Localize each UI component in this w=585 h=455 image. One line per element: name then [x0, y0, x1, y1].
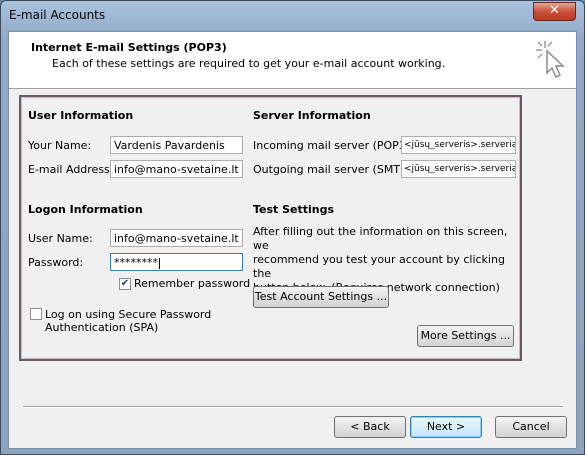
spa-label-line1[interactable]: Log on using Secure Password: [45, 308, 211, 321]
password-value: ********: [114, 256, 158, 269]
your-name-field[interactable]: Vardenis Pavardenis: [110, 136, 243, 154]
user-name-label: User Name:: [28, 232, 93, 245]
your-name-label: Your Name:: [28, 139, 92, 152]
logon-information-heading: Logon Information: [28, 203, 143, 216]
email-address-field[interactable]: info@mano-svetaine.lt: [110, 160, 243, 178]
outgoing-server-label: Outgoing mail server (SMTP):: [253, 163, 415, 176]
remember-password-checkbox[interactable]: ✔: [119, 278, 131, 290]
next-button[interactable]: Next >: [410, 416, 482, 438]
incoming-server-field[interactable]: <jūsų_serveris>.serveriai.lt: [401, 136, 516, 154]
checkmark-icon: ✔: [120, 278, 130, 289]
back-button[interactable]: < Back: [334, 416, 406, 438]
text-caret: [159, 257, 160, 269]
spa-checkbox[interactable]: [30, 308, 42, 320]
footer-divider: [23, 406, 563, 408]
outgoing-server-field[interactable]: <jūsų_serveris>.serveriai.lt: [401, 160, 516, 178]
server-information-heading: Server Information: [253, 109, 371, 122]
email-accounts-window: E-mail Accounts ✕ Internet E-mail Settin…: [0, 0, 585, 455]
user-information-heading: User Information: [28, 109, 134, 122]
close-button[interactable]: ✕: [533, 2, 576, 21]
test-settings-description: After filling out the information on thi…: [253, 225, 520, 295]
header-subtitle: Each of these settings are required to g…: [52, 57, 446, 70]
remember-password-label[interactable]: Remember password: [134, 277, 250, 290]
password-field[interactable]: ********: [110, 253, 243, 271]
test-settings-heading: Test Settings: [253, 203, 335, 216]
close-icon: ✕: [549, 3, 560, 18]
window-title: E-mail Accounts: [9, 8, 106, 22]
title-bar[interactable]: E-mail Accounts ✕: [1, 1, 584, 31]
test-description-line2: recommend you test your account by click…: [253, 253, 505, 280]
password-label: Password:: [28, 256, 84, 269]
click-cursor-icon: [536, 41, 565, 79]
test-description-line1: After filling out the information on thi…: [253, 225, 508, 252]
dialog-header: Internet E-mail Settings (POP3) Each of …: [9, 32, 576, 89]
settings-group: User Information Your Name: Vardenis Pav…: [19, 95, 522, 361]
test-account-settings-button[interactable]: Test Account Settings ...: [253, 286, 389, 308]
more-settings-button[interactable]: More Settings ...: [417, 325, 514, 347]
cancel-button[interactable]: Cancel: [495, 416, 567, 438]
incoming-server-label: Incoming mail server (POP3):: [253, 139, 414, 152]
email-address-label: E-mail Address:: [28, 163, 114, 176]
dialog-client-area: Internet E-mail Settings (POP3) Each of …: [8, 31, 577, 449]
header-title: Internet E-mail Settings (POP3): [31, 41, 227, 54]
user-name-field[interactable]: info@mano-svetaine.lt: [110, 229, 243, 247]
spa-label-line2[interactable]: Authentication (SPA): [45, 321, 158, 334]
